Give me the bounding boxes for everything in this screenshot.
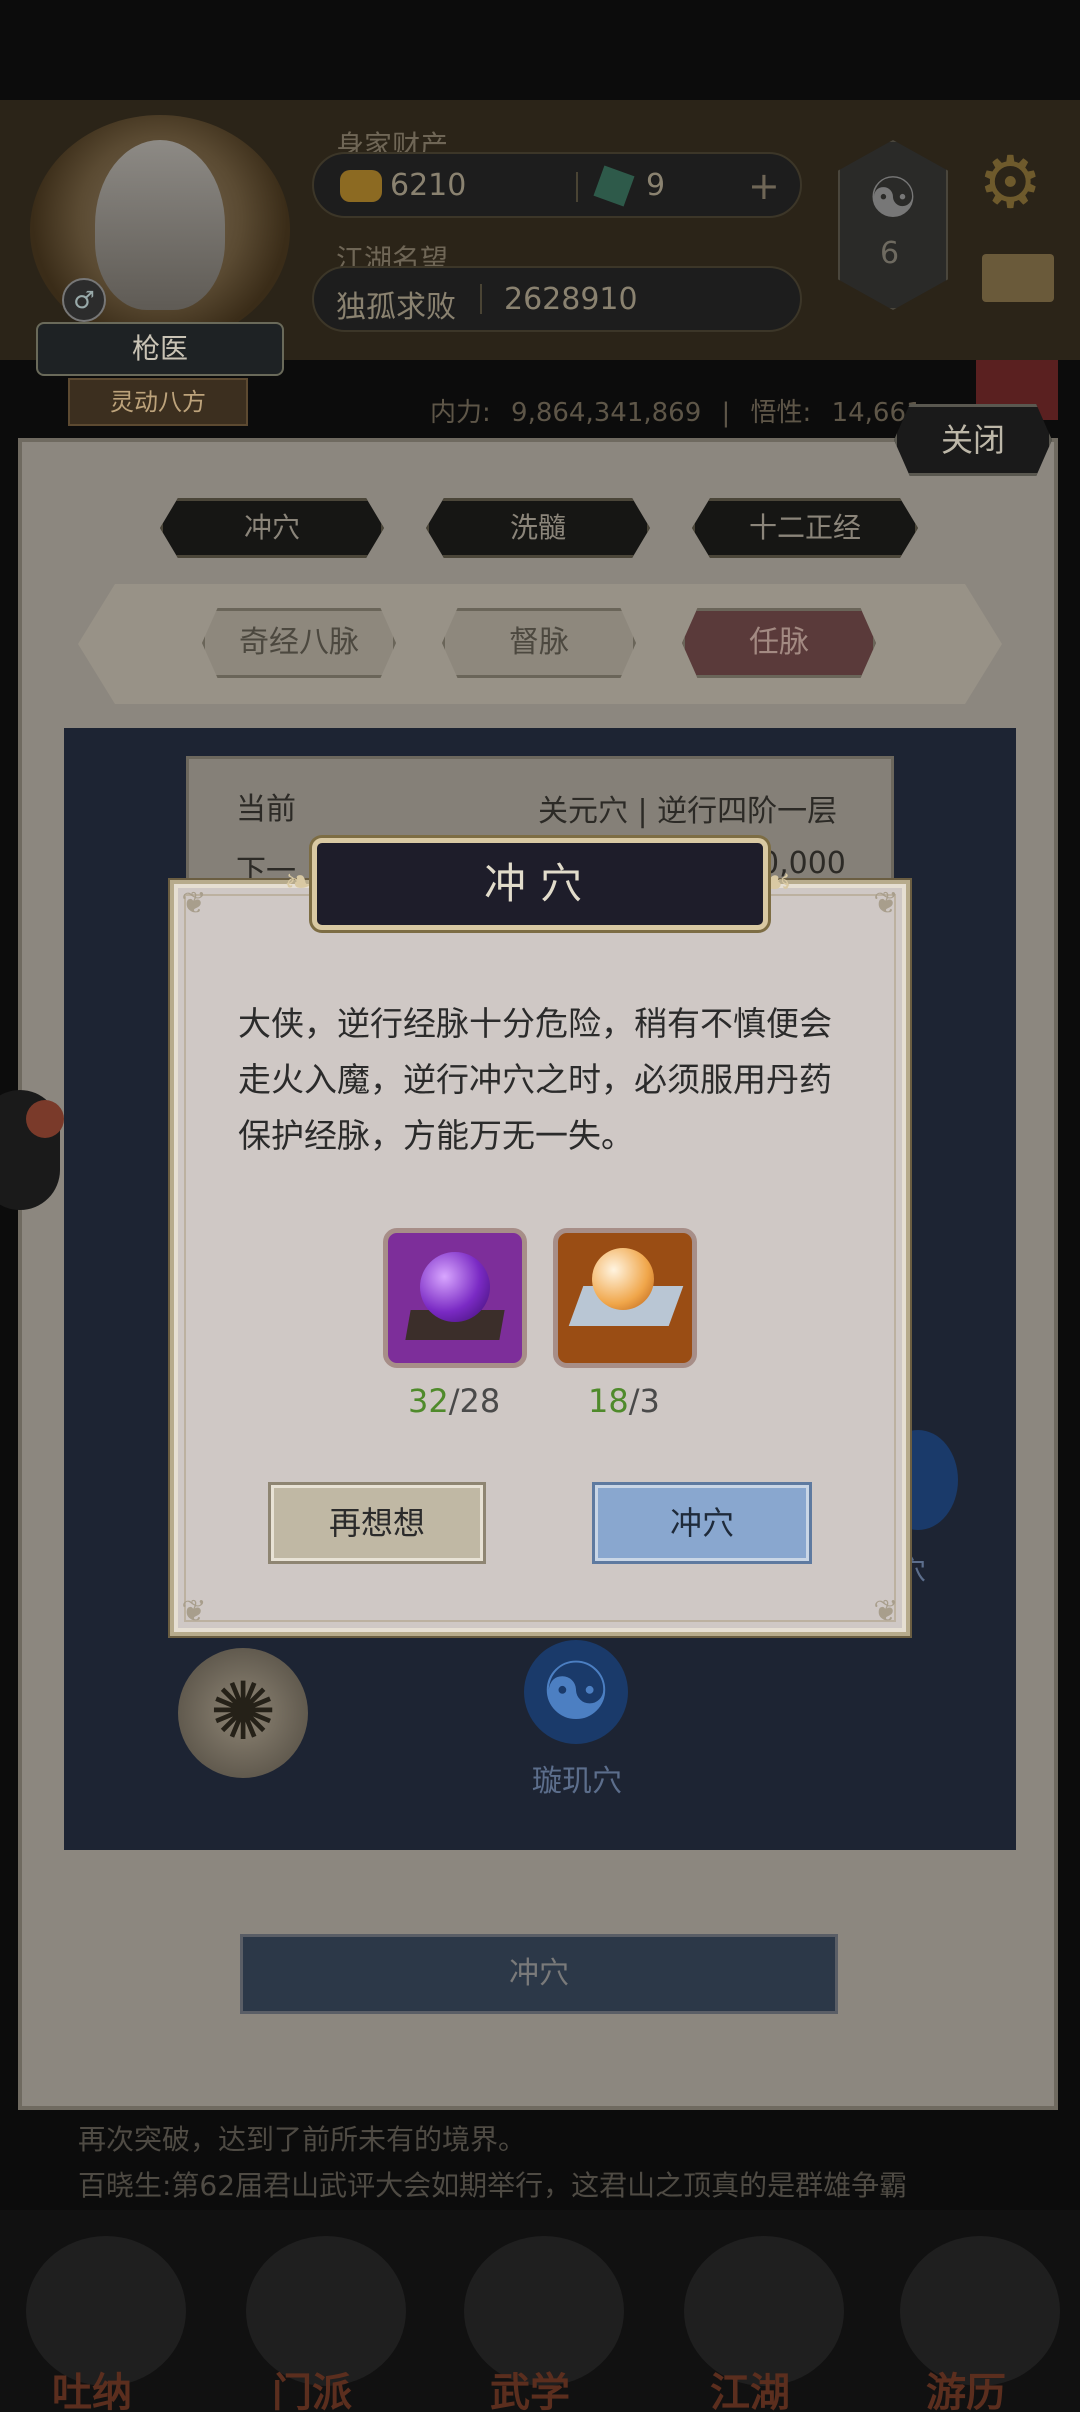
- news-line: 再次突破，达到了前所未有的境界。: [78, 2123, 527, 2156]
- item-have: 32: [408, 1382, 449, 1420]
- taiji-node-icon[interactable]: ☯: [524, 1640, 628, 1744]
- nav-label-jianghu[interactable]: 江湖: [710, 2360, 790, 2412]
- acupoint-label: 璇玑穴: [532, 1764, 622, 1799]
- stats-line: 内力: 9,864,341,869 | 悟性: 14,661: [430, 392, 923, 429]
- dialog-message: 大侠，逆行经脉十分危险，稍有不慎便会走火入魔，逆行冲穴之时，必须服用丹药保护经脉…: [238, 1004, 832, 1155]
- subtab-ren-meridian[interactable]: 任脉: [682, 608, 876, 678]
- item-have: 18: [588, 1382, 629, 1420]
- mail-icon[interactable]: [982, 254, 1054, 302]
- avatar[interactable]: [95, 140, 225, 310]
- corner-ornament-icon: ❦: [873, 886, 899, 921]
- tab-xisui[interactable]: 洗髓: [426, 498, 650, 558]
- comprehension-label: 悟性:: [750, 398, 812, 428]
- reconsider-button[interactable]: 再想想: [268, 1482, 486, 1564]
- gold-amount: 6210: [390, 168, 467, 203]
- subtab-extra-meridians[interactable]: 奇经八脉: [202, 608, 396, 678]
- inner-power-label: 内力:: [430, 398, 491, 428]
- gender-icon: ♂: [62, 278, 106, 322]
- close-button[interactable]: 关闭: [894, 404, 1052, 476]
- jade-amount: 9: [646, 168, 666, 203]
- nav-label-martial[interactable]: 武学: [490, 2360, 570, 2412]
- nav-label-sect[interactable]: 门派: [272, 2360, 352, 2412]
- current-value: 关元穴 | 逆行四阶一层: [538, 794, 838, 829]
- nav-label-breathe[interactable]: 吐纳: [52, 2360, 132, 2412]
- wealth-bar: [312, 152, 802, 218]
- corner-ornament-icon: ❦: [181, 1594, 207, 1629]
- divider: [480, 284, 482, 314]
- taiji-icon: ☯: [867, 166, 919, 231]
- skill-plate: 灵动八方: [68, 378, 248, 426]
- gold-ingot-icon: [340, 170, 382, 202]
- rank-plate: 枪医: [36, 322, 284, 376]
- news-line: 百晓生:第62届君山武评大会如期举行，这君山之顶真的是群雄争霸: [78, 2169, 908, 2202]
- tab-twelve-meridians[interactable]: 十二正经: [692, 498, 918, 558]
- stats-divider: |: [721, 398, 731, 428]
- notification-dot-icon: [26, 1100, 64, 1138]
- current-label: 当前: [236, 792, 296, 827]
- fame-title: 独孤求败: [336, 290, 456, 325]
- sun-node-icon[interactable]: ✺: [178, 1648, 308, 1778]
- fame-value: 2628910: [504, 282, 638, 317]
- item-count-purple: 32/28: [408, 1382, 500, 1420]
- inner-power-value: 9,864,341,869: [511, 398, 702, 428]
- add-currency-button[interactable]: +: [748, 164, 780, 208]
- confirm-chongxue-button[interactable]: 冲穴: [592, 1482, 812, 1564]
- corner-ornament-icon: ❦: [873, 1594, 899, 1629]
- purple-orb-icon: [420, 1252, 490, 1322]
- divider: [576, 172, 578, 202]
- news-ticker: 再次突破，达到了前所未有的境界。 百晓生:第62届君山武评大会如期举行，这君山之…: [0, 2118, 1080, 2208]
- dialog-title: 冲穴: [483, 859, 596, 908]
- subtab-du-meridian[interactable]: 督脉: [442, 608, 636, 678]
- item-count-orange: 18/3: [588, 1382, 660, 1420]
- item-need: /3: [628, 1382, 660, 1420]
- tab-chongxue[interactable]: 冲穴: [160, 498, 384, 558]
- nav-label-travel[interactable]: 游历: [926, 2360, 1006, 2412]
- orange-pill-icon: [592, 1248, 654, 1310]
- corner-ornament-icon: ❦: [181, 886, 207, 921]
- taiji-level: 6: [880, 236, 900, 271]
- item-need: /28: [448, 1382, 501, 1420]
- chongxue-button[interactable]: 冲穴: [240, 1934, 838, 2014]
- gear-icon[interactable]: ⚙: [978, 140, 1043, 224]
